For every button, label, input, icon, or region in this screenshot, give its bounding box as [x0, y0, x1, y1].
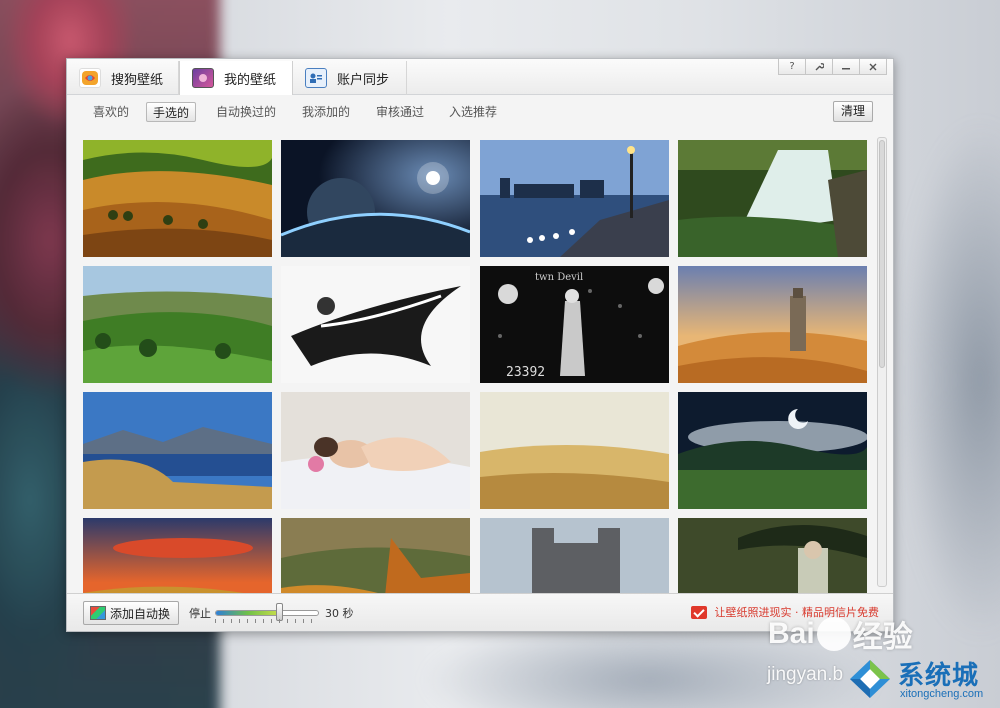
tab-label: 账户同步 [337, 72, 390, 88]
xitongcheng-domain: xitongcheng.com [900, 688, 984, 700]
thumb-number-text: 23392 [506, 365, 545, 380]
wallpaper-thumb-dark-anime-girl[interactable]: twn Devil 23392 [480, 266, 669, 383]
add-auto-change-label: 添加自动换 [110, 606, 171, 621]
wallpaper-thumb-sunset-road[interactable] [83, 518, 272, 599]
wallpaper-thumb-umbrella-girl[interactable] [678, 518, 867, 599]
filter-handpicked[interactable]: 手选的 [146, 102, 197, 122]
baidu-paw-icon [816, 617, 851, 651]
sogou-logo-icon [79, 68, 101, 88]
wallpaper-grid: twn Devil 23392 [75, 131, 885, 599]
wallpaper-thumb-green-valley[interactable] [83, 266, 272, 383]
xitongcheng-logo-icon [850, 660, 890, 698]
wallpaper-thumb-autumn-valley[interactable] [281, 518, 470, 599]
baidu-suffix-text: 经验 [852, 621, 913, 654]
wallpaper-thumb-city-night-river[interactable] [480, 140, 669, 257]
help-button[interactable]: ? [778, 59, 806, 75]
tab-sogou-wallpaper[interactable]: 搜狗壁纸 [67, 61, 179, 95]
clear-button[interactable]: 清理 [833, 101, 873, 122]
filter-approved[interactable]: 审核通过 [370, 102, 430, 122]
tab-label: 搜狗壁纸 [111, 72, 164, 88]
slider-ticks [215, 619, 319, 623]
account-sync-icon [305, 68, 327, 88]
tab-account-sync[interactable]: 账户同步 [293, 61, 407, 95]
baidu-watermark: Bai 经验 [768, 612, 913, 656]
title-bar: 搜狗壁纸 我的壁纸 账户同步 ? [67, 59, 893, 95]
wallpaper-thumb-waterfall[interactable] [678, 140, 867, 257]
filter-recommended[interactable]: 入选推荐 [443, 102, 503, 122]
wallpaper-thumb-golden-hills[interactable] [83, 140, 272, 257]
wallpaper-thumb-blue-lake-mountains[interactable] [83, 392, 272, 509]
wallpaper-thumb-bleach-anime[interactable] [281, 266, 470, 383]
add-auto-change-button[interactable]: 添加自动换 [83, 601, 179, 625]
filter-auto-changed[interactable]: 自动换过的 [210, 102, 282, 122]
slider-fill [216, 611, 280, 615]
wallpaper-thumb-sleeping-girl[interactable] [281, 392, 470, 509]
filter-liked[interactable]: 喜欢的 [87, 102, 135, 122]
my-wallpaper-icon [192, 68, 214, 88]
image-add-icon [90, 606, 106, 620]
filter-my-added[interactable]: 我添加的 [296, 102, 356, 122]
tab-my-wallpaper[interactable]: 我的壁纸 [179, 61, 293, 95]
xitongcheng-watermark: 系统城 [898, 661, 980, 691]
interval-slider[interactable] [215, 610, 319, 616]
window-controls: ? [778, 59, 887, 75]
wallpaper-thumb-desert-tower[interactable] [678, 266, 867, 383]
thumb-title-text: twn Devil [535, 272, 583, 283]
scrollbar-thumb[interactable] [879, 140, 885, 368]
postcard-icon [690, 605, 707, 619]
wallpaper-thumb-planet-space[interactable] [281, 140, 470, 257]
stop-label: 停止 [189, 607, 211, 620]
wallpaper-app-window: 搜狗壁纸 我的壁纸 账户同步 ? 喜欢的 手选的 自动换过的 我添加的 审核通过… [66, 58, 894, 632]
filter-bar: 喜欢的 手选的 自动换过的 我添加的 审核通过 入选推荐 清理 [67, 96, 893, 128]
close-icon[interactable] [859, 59, 887, 75]
wallpaper-blur [900, 120, 1000, 640]
interval-label: 30 秒 [325, 607, 354, 620]
wallpaper-thumb-wheat-field[interactable] [480, 392, 669, 509]
tab-label: 我的壁纸 [224, 72, 277, 88]
minimize-icon[interactable] [832, 59, 860, 75]
wallpaper-thumb-moon-grassland[interactable] [678, 392, 867, 509]
vertical-scrollbar[interactable] [877, 137, 887, 587]
settings-wrench-icon[interactable] [805, 59, 833, 75]
wallpaper-thumb-castle[interactable] [480, 518, 669, 599]
jingyan-watermark: jingyan.b [767, 664, 844, 685]
baidu-text: Bai [768, 617, 815, 650]
